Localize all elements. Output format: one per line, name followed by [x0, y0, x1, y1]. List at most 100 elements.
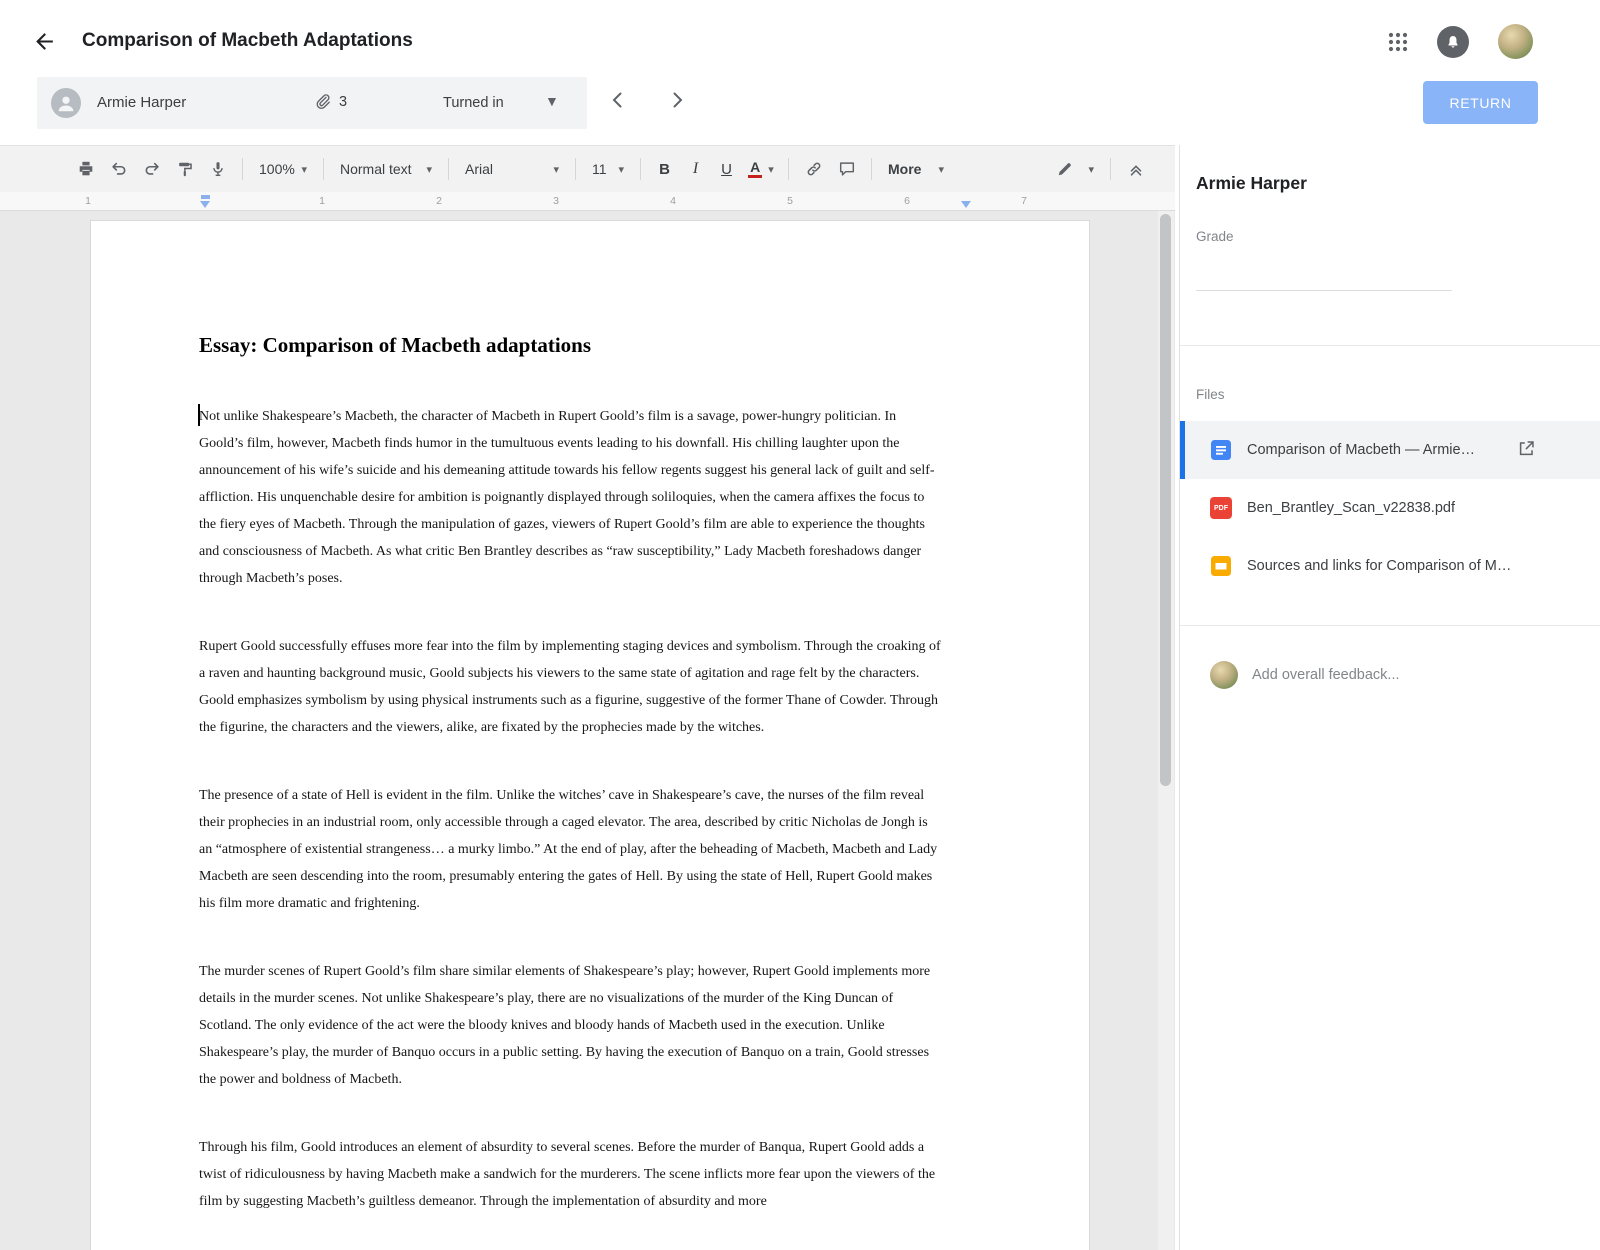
file-item-doc[interactable]: Comparison of Macbeth — Armie…: [1180, 421, 1600, 479]
toolbar-separator: [323, 158, 324, 180]
pdf-icon: PDF: [1210, 497, 1232, 519]
ruler-number: 1: [319, 195, 325, 207]
collapse-menus-icon[interactable]: [1120, 154, 1151, 184]
student-name: Armie Harper: [97, 94, 187, 111]
zoom-select[interactable]: 100% ▾: [252, 154, 314, 184]
file-name: Ben_Brantley_Scan_v22838.pdf: [1247, 500, 1455, 516]
selected-file-indicator: [1180, 421, 1185, 479]
font-family-value: Arial: [465, 161, 494, 177]
files-list: Comparison of Macbeth — Armie… PDF Ben_B…: [1180, 421, 1600, 595]
user-avatar[interactable]: [1498, 24, 1533, 59]
document-canvas: Essay: Comparison of Macbeth adaptations…: [0, 211, 1175, 1250]
files-label: Files: [1196, 387, 1225, 402]
text-color-button[interactable]: A ▾: [743, 154, 779, 184]
pdf-badge-text: PDF: [1214, 504, 1228, 512]
grader-avatar: [1210, 661, 1238, 689]
font-family-select[interactable]: Arial ▾: [458, 154, 566, 184]
document-paragraph: The murder scenes of Rupert Goold’s film…: [199, 964, 931, 1087]
editing-mode-pen-icon[interactable]: ▾: [1049, 154, 1101, 184]
document-paragraph: Through his film, Goold introduces an el…: [199, 1140, 936, 1209]
google-doc-icon: [1211, 440, 1231, 460]
overall-feedback-input[interactable]: [1252, 661, 1552, 689]
chevron-down-icon: ▾: [938, 163, 944, 176]
more-menu-button[interactable]: More ▾: [881, 154, 951, 184]
submission-status-dropdown[interactable]: Turned in: [443, 77, 504, 129]
print-icon[interactable]: [70, 154, 101, 184]
right-indent-marker[interactable]: [961, 201, 971, 208]
toolbar-separator: [575, 158, 576, 180]
first-line-indent-marker[interactable]: [201, 195, 210, 199]
grading-sidebar: Armie Harper Grade Files Comparison of M…: [1180, 145, 1600, 1250]
chevron-down-icon: ▾: [618, 163, 624, 176]
text-color-glyph: A: [748, 160, 763, 178]
notifications-bell-icon[interactable]: [1437, 26, 1469, 58]
file-item-sources[interactable]: Sources and links for Comparison of Mac…: [1180, 537, 1600, 595]
return-button[interactable]: RETURN: [1423, 81, 1538, 124]
voice-typing-microphone-icon[interactable]: [202, 154, 233, 184]
chevron-down-icon: ▾: [553, 163, 559, 176]
bold-button[interactable]: B: [650, 154, 679, 184]
more-label: More: [888, 161, 922, 177]
undo-icon[interactable]: [103, 154, 134, 184]
zoom-value: 100%: [259, 161, 295, 177]
paragraph-style-select[interactable]: Normal text ▾: [333, 154, 439, 184]
italic-button[interactable]: I: [681, 154, 710, 184]
add-comment-icon[interactable]: [831, 154, 862, 184]
apps-grid-icon[interactable]: [1385, 30, 1411, 56]
docs-toolbar: 100% ▾ Normal text ▾ Arial ▾ 11 ▾ B I U …: [0, 145, 1175, 192]
classroom-grading-app: Comparison of Macbeth Adaptations Armie …: [0, 0, 1600, 1250]
ruler-number: 7: [1021, 195, 1027, 207]
chevron-down-icon: ▾: [301, 163, 307, 176]
font-size-select[interactable]: 11 ▾: [585, 154, 631, 184]
left-indent-marker[interactable]: [200, 201, 210, 208]
insert-link-icon[interactable]: [798, 154, 829, 184]
toolbar-separator: [788, 158, 789, 180]
document-page[interactable]: Essay: Comparison of Macbeth adaptations…: [90, 220, 1090, 1250]
back-arrow-icon[interactable]: [30, 29, 58, 57]
sidebar-student-name: Armie Harper: [1196, 173, 1307, 193]
document-ruler: 1 1 2 3 4 5 6 7: [0, 192, 1175, 211]
ruler-number: 6: [904, 195, 910, 207]
paint-format-icon[interactable]: [169, 154, 200, 184]
document-paragraph: Not unlike Shakespeare’s Macbeth, the ch…: [199, 409, 935, 586]
document-paragraph: Rupert Goold successfully effuses more f…: [199, 639, 941, 735]
attachment-count: 3: [339, 94, 348, 110]
file-name: Sources and links for Comparison of Mac…: [1247, 558, 1517, 574]
student-avatar: [51, 88, 81, 118]
sources-doc-icon: [1211, 556, 1231, 576]
document-paragraph: The presence of a state of Hell is evide…: [199, 788, 938, 911]
paragraph-style-value: Normal text: [340, 161, 412, 177]
ruler-number: 1: [85, 195, 91, 207]
ruler-number: 3: [553, 195, 559, 207]
grade-label: Grade: [1196, 229, 1234, 244]
submission-status: Turned in: [443, 95, 504, 111]
scrollbar-thumb[interactable]: [1160, 214, 1171, 786]
previous-student-chevron-icon[interactable]: [606, 88, 630, 115]
grade-input[interactable]: [1196, 263, 1452, 291]
file-name: Comparison of Macbeth — Armie…: [1247, 442, 1476, 458]
ruler-number: 4: [670, 195, 676, 207]
page-title: Comparison of Macbeth Adaptations: [82, 30, 413, 51]
toolbar-separator: [871, 158, 872, 180]
document-body: Not unlike Shakespeare’s Macbeth, the ch…: [199, 403, 981, 1215]
toolbar-separator: [1110, 158, 1111, 180]
chevron-down-icon: ▾: [1088, 163, 1094, 176]
ruler-number: 2: [436, 195, 442, 207]
font-size-value: 11: [592, 161, 607, 177]
status-caret-icon[interactable]: ▼: [545, 93, 559, 109]
underline-button[interactable]: U: [712, 154, 741, 184]
divider: [1180, 345, 1600, 346]
next-student-chevron-icon[interactable]: [665, 88, 689, 115]
open-in-new-icon[interactable]: [1514, 438, 1538, 462]
toolbar-separator: [448, 158, 449, 180]
app-header: Comparison of Macbeth Adaptations Armie …: [0, 0, 1600, 145]
student-selector-bar[interactable]: Armie Harper 3 Turned in ▼: [37, 77, 587, 129]
document-title: Essay: Comparison of Macbeth adaptations: [199, 333, 592, 357]
toolbar-separator: [242, 158, 243, 180]
file-item-pdf[interactable]: PDF Ben_Brantley_Scan_v22838.pdf: [1180, 479, 1600, 537]
toolbar-separator: [640, 158, 641, 180]
ruler-number: 5: [787, 195, 793, 207]
redo-icon[interactable]: [136, 154, 167, 184]
attachment-paperclip-icon[interactable]: [313, 92, 332, 114]
divider: [1180, 625, 1600, 626]
